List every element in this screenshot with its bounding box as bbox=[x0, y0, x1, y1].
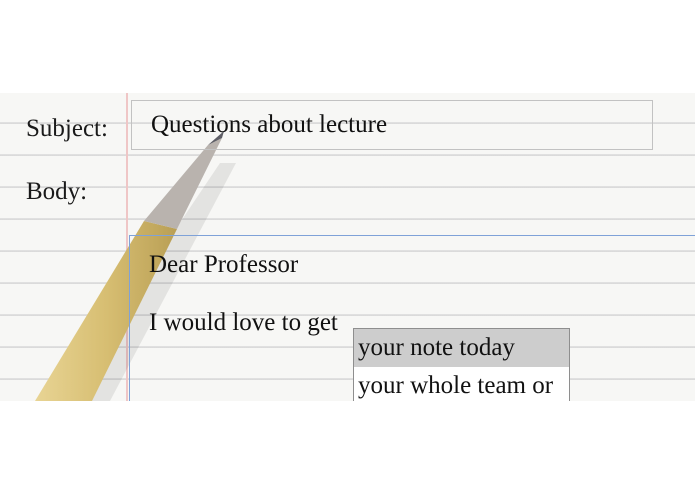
body-editor[interactable]: Dear Professor I would love to get your … bbox=[129, 235, 695, 401]
body-typed-line: I would love to get bbox=[149, 309, 338, 336]
autocomplete-option-0[interactable]: your note today bbox=[354, 329, 569, 367]
subject-label: Subject: bbox=[26, 115, 108, 142]
body-greeting-line: Dear Professor bbox=[149, 251, 299, 278]
notebook-paper-background: Subject: Questions about lecture Body: D… bbox=[0, 93, 695, 401]
autocomplete-dropdown: your note today your whole team or bbox=[353, 328, 570, 401]
subject-input[interactable]: Questions about lecture bbox=[131, 100, 653, 150]
autocomplete-option-1[interactable]: your whole team or bbox=[354, 367, 569, 401]
body-label: Body: bbox=[26, 178, 88, 205]
